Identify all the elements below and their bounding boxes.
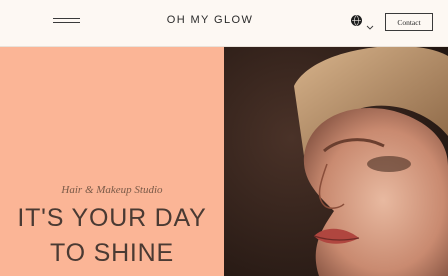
hero-subtitle: Hair & Makeup Studio (61, 184, 163, 196)
hero-portrait-image (224, 46, 448, 276)
menu-line-top (53, 18, 80, 19)
globe-icon[interactable] (351, 15, 362, 26)
chevron-down-icon[interactable] (366, 16, 374, 30)
hero-headline-line-1: IT'S YOUR DAY (17, 204, 207, 232)
site-logo-text[interactable]: OH MY GLOW (150, 14, 270, 26)
hero-headline-line-2: TO SHINE (49, 239, 174, 267)
menu-line-bottom (53, 22, 80, 23)
hero-text-panel: Hair & Makeup Studio IT'S YOUR DAY TO SH… (0, 46, 224, 276)
contact-button[interactable]: Contact (385, 13, 433, 31)
site-header: OH MY GLOW Contact (0, 0, 448, 47)
hero-headline: IT'S YOUR DAY TO SHINE (0, 201, 224, 271)
hamburger-menu-icon[interactable] (53, 15, 80, 29)
